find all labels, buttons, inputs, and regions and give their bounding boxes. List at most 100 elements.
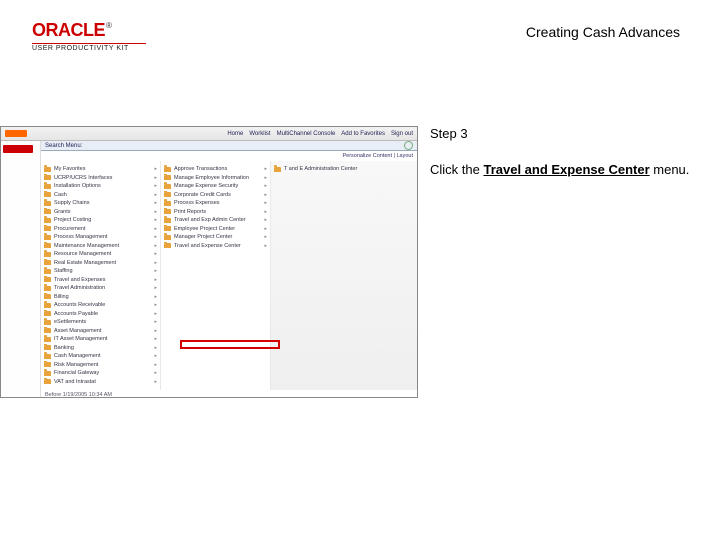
menu-item[interactable]: My Favorites▸	[44, 165, 157, 174]
folder-icon	[44, 328, 51, 333]
menu-item[interactable]: Accounts Receivable▸	[44, 301, 157, 310]
menu-item[interactable]: Billing▸	[44, 293, 157, 302]
screenshot-footer: Before 1/19/2005 10:34 AM	[41, 390, 417, 398]
folder-icon	[44, 192, 51, 197]
menu-item[interactable]: UCRP/UCRS Interfaces▸	[44, 174, 157, 183]
chevron-right-icon: ▸	[154, 285, 157, 291]
top-link[interactable]: Add to Favorites	[341, 131, 385, 137]
chevron-right-icon: ▸	[154, 268, 157, 274]
chevron-right-icon: ▸	[154, 319, 157, 325]
top-link[interactable]: Home	[227, 131, 243, 137]
menu-item[interactable]: IT Asset Management▸	[44, 335, 157, 344]
top-link[interactable]: MultiChannel Console	[277, 131, 336, 137]
folder-icon	[44, 286, 51, 291]
folder-icon	[44, 379, 51, 384]
chevron-right-icon: ▸	[264, 166, 267, 172]
menu-item[interactable]: Financial Gateway▸	[44, 369, 157, 378]
menu-item[interactable]: Real Estate Management▸	[44, 259, 157, 268]
folder-icon	[44, 260, 51, 265]
refresh-icon[interactable]	[404, 141, 413, 150]
menu-item[interactable]: Project Costing▸	[44, 216, 157, 225]
menu-item[interactable]: Cash▸	[44, 191, 157, 200]
chevron-right-icon: ▸	[154, 260, 157, 266]
menu-header-label: Search Menu:	[45, 143, 82, 149]
chevron-right-icon: ▸	[154, 311, 157, 317]
personalize-link[interactable]: Personalize Content | Layout	[41, 151, 417, 161]
menu-item[interactable]: Print Reports▸	[164, 208, 267, 217]
submenu-item[interactable]: T and E Administration Center	[274, 165, 414, 174]
folder-icon	[44, 269, 51, 274]
chevron-right-icon: ▸	[264, 234, 267, 240]
folder-icon	[164, 243, 171, 248]
app-brand-column	[1, 141, 41, 397]
menu-item[interactable]: Process Management▸	[44, 233, 157, 242]
menu-item[interactable]: Manager Project Center▸	[164, 233, 267, 242]
top-link[interactable]: Worklist	[249, 131, 270, 137]
instruction-target: Travel and Expense Center	[483, 162, 649, 177]
menu-item[interactable]: Resource Management▸	[44, 250, 157, 259]
app-oracle-logo	[3, 145, 33, 153]
folder-icon	[44, 209, 51, 214]
chevron-right-icon: ▸	[154, 175, 157, 181]
menu-item[interactable]: Asset Management▸	[44, 327, 157, 336]
menu-item[interactable]: Accounts Payable▸	[44, 310, 157, 319]
menu-item[interactable]: Maintenance Management▸	[44, 242, 157, 251]
chevron-right-icon: ▸	[264, 200, 267, 206]
menu-item[interactable]: Employee Project Center▸	[164, 225, 267, 234]
chevron-right-icon: ▸	[154, 209, 157, 215]
menu-item[interactable]: Approve Transactions▸	[164, 165, 267, 174]
folder-icon	[44, 345, 51, 350]
folder-icon	[44, 252, 51, 257]
menu-item[interactable]: eSettlements▸	[44, 318, 157, 327]
folder-icon	[44, 167, 51, 172]
chevron-right-icon: ▸	[264, 243, 267, 249]
chevron-right-icon: ▸	[154, 302, 157, 308]
menu-item[interactable]: Travel Administration▸	[44, 284, 157, 293]
chevron-right-icon: ▸	[264, 226, 267, 232]
instruction-text: Click the Travel and Expense Center menu…	[430, 161, 690, 179]
folder-icon	[44, 226, 51, 231]
chevron-right-icon: ▸	[154, 328, 157, 334]
menu-item[interactable]: Manage Employee Information▸	[164, 174, 267, 183]
chevron-right-icon: ▸	[154, 200, 157, 206]
menu-item[interactable]: Travel and Expense Center▸	[164, 242, 267, 251]
menu-item[interactable]: Corporate Credit Cards▸	[164, 191, 267, 200]
app-screenshot: Home Worklist MultiChannel Console Add t…	[0, 126, 418, 398]
menu-item[interactable]: Travel and Exp Admin Center▸	[164, 216, 267, 225]
menu-item[interactable]: Supply Chains▸	[44, 199, 157, 208]
logo-tm: ®	[106, 21, 112, 30]
menu-item[interactable]: Risk Management▸	[44, 361, 157, 370]
app-topbar: Home Worklist MultiChannel Console Add t…	[1, 127, 417, 141]
menu-item[interactable]: Cash Management▸	[44, 352, 157, 361]
menu-item[interactable]: Grants▸	[44, 208, 157, 217]
top-link[interactable]: Sign out	[391, 131, 413, 137]
document-title: Creating Cash Advances	[526, 24, 680, 40]
chevron-right-icon: ▸	[154, 345, 157, 351]
menu-header: Search Menu:	[41, 141, 417, 151]
menu-item[interactable]: Installation Options▸	[44, 182, 157, 191]
menu-item[interactable]: Procurement▸	[44, 225, 157, 234]
menu-item[interactable]: Process Expenses▸	[164, 199, 267, 208]
chevron-right-icon: ▸	[154, 183, 157, 189]
chevron-right-icon: ▸	[264, 175, 267, 181]
folder-icon	[164, 235, 171, 240]
step-label: Step 3	[430, 126, 690, 141]
chevron-right-icon: ▸	[154, 192, 157, 198]
folder-icon	[44, 311, 51, 316]
logo-brand: ORACLE	[32, 20, 105, 41]
folder-icon	[44, 277, 51, 282]
chevron-right-icon: ▸	[154, 243, 157, 249]
folder-icon	[44, 175, 51, 180]
menu-item[interactable]: Travel and Expenses▸	[44, 276, 157, 285]
menu-item[interactable]: Banking▸	[44, 344, 157, 353]
menu-item[interactable]: Staffing▸	[44, 267, 157, 276]
folder-icon	[44, 303, 51, 308]
folder-icon	[44, 354, 51, 359]
folder-icon	[274, 167, 281, 172]
folder-icon	[164, 167, 171, 172]
menu-item[interactable]: VAT and Intrastat▸	[44, 378, 157, 387]
menu-item[interactable]: Manage Expense Security▸	[164, 182, 267, 191]
folder-icon	[164, 201, 171, 206]
folder-icon	[164, 226, 171, 231]
folder-icon	[44, 218, 51, 223]
